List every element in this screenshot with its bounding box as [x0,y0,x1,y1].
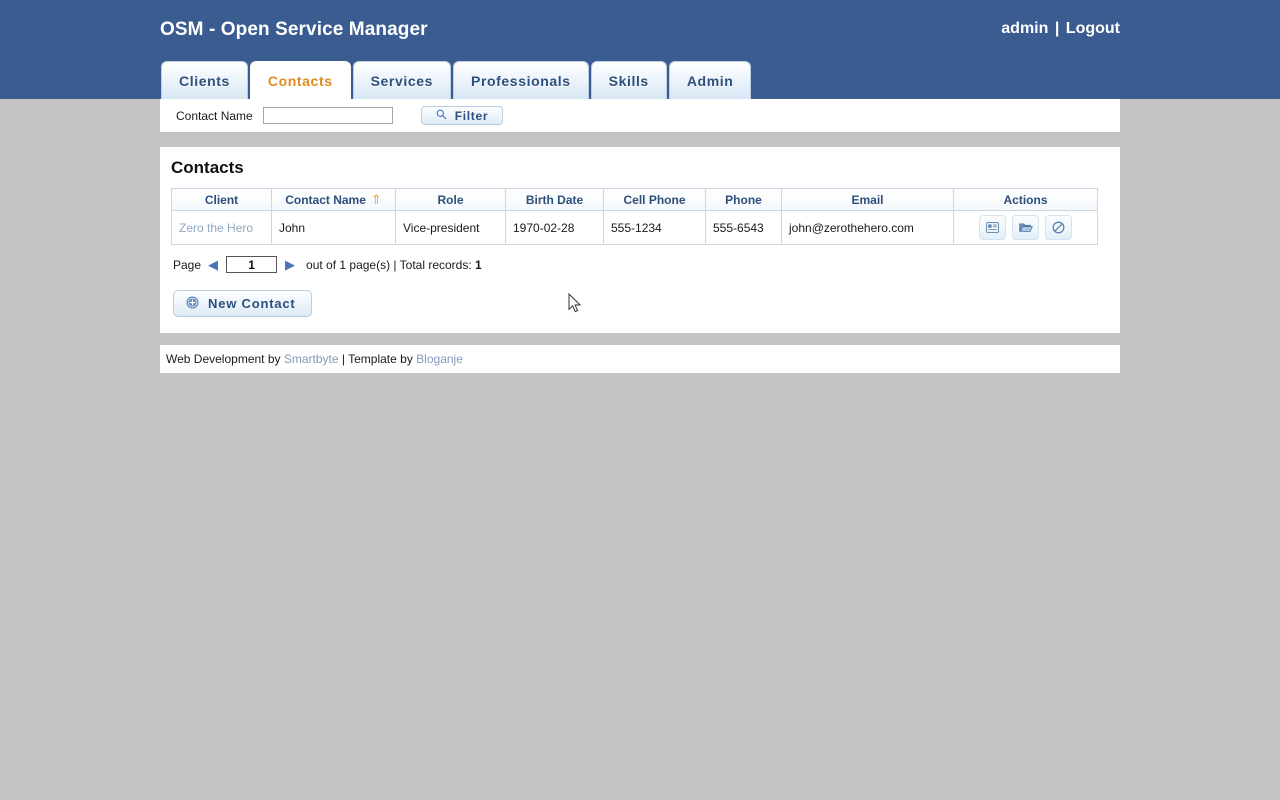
cell-email: john@zerothehero.com [782,211,954,245]
footer-middle-text: | Template by [342,352,413,366]
table-header-row: Client Contact Name ⇑ Role Birth Date Cel… [172,189,1098,211]
tab-contacts[interactable]: Contacts [250,61,351,99]
new-contact-label: New Contact [208,296,296,311]
column-label: Role [437,193,463,207]
disable-icon [1052,221,1065,234]
view-card-button[interactable] [979,215,1006,240]
contacts-panel: Contacts Client Contact Name ⇑ [160,147,1120,333]
cell-birth-date: 1970-02-28 [506,211,604,245]
page-title: Contacts [171,158,1109,178]
previous-page-icon[interactable]: ◀ [208,258,218,271]
cell-actions [954,211,1098,245]
cell-contact-name: John [272,211,396,245]
cell-phone: 555-6543 [706,211,782,245]
filter-button-label: Filter [455,109,489,123]
column-header-birth-date[interactable]: Birth Date [506,189,604,211]
column-label: Email [851,193,883,207]
logout-link[interactable]: Logout [1066,20,1120,37]
panel-gap [160,132,1120,147]
contact-name-search-input[interactable] [263,107,393,124]
column-label: Contact Name [285,193,366,207]
tab-professionals[interactable]: Professionals [453,61,589,99]
page-container: Contact Name Filter Contacts [160,99,1120,373]
filter-label: Contact Name [176,109,253,123]
filter-button[interactable]: Filter [421,106,504,125]
username-label: admin [1001,20,1048,37]
column-label: Birth Date [526,193,583,207]
cell-client: Zero the Hero [172,211,272,245]
smartbyte-link[interactable]: Smartbyte [284,352,339,366]
column-header-client[interactable]: Client [172,189,272,211]
pagination-info-text: out of 1 page(s) | Total records: [306,258,472,272]
user-session-box: admin | Logout [1001,20,1120,38]
tab-skills[interactable]: Skills [591,61,667,99]
column-header-email[interactable]: Email [782,189,954,211]
pagination-label: Page [173,258,201,272]
next-page-icon[interactable]: ▶ [285,258,295,271]
cell-role: Vice-president [396,211,506,245]
open-folder-button[interactable] [1012,215,1039,240]
column-header-cell-phone[interactable]: Cell Phone [604,189,706,211]
pagination-info: out of 1 page(s) | Total records: 1 [306,258,482,272]
search-icon [436,109,447,123]
row-action-buttons [961,215,1090,240]
tab-admin[interactable]: Admin [669,61,752,99]
column-header-contact-name[interactable]: Contact Name ⇑ [272,189,396,211]
sort-ascending-icon[interactable]: ⇑ [371,192,382,207]
tab-services[interactable]: Services [353,61,451,99]
tab-clients[interactable]: Clients [161,61,248,99]
table-row: Zero the Hero John Vice-president 1970-0… [172,211,1098,245]
user-separator: | [1053,20,1061,37]
column-label: Cell Phone [623,193,685,207]
footer-text-before: Web Development by [166,352,281,366]
column-header-actions: Actions [954,189,1098,211]
app-title: OSM - Open Service Manager [160,19,428,41]
footer-gap [160,333,1120,345]
view-card-icon [986,222,999,233]
app-header: OSM - Open Service Manager admin | Logou… [0,0,1280,99]
page-number-input[interactable] [226,256,277,273]
total-records-count: 1 [475,258,482,272]
column-label: Phone [725,193,762,207]
new-contact-button[interactable]: New Contact [173,290,312,317]
contacts-table: Client Contact Name ⇑ Role Birth Date Cel… [171,188,1098,245]
column-label: Client [205,193,238,207]
filter-bar: Contact Name Filter [160,99,1120,132]
column-label: Actions [1003,193,1047,207]
cell-cell-phone: 555-1234 [604,211,706,245]
pagination-bar: Page ◀ ▶ out of 1 page(s) | Total record… [171,256,1109,273]
column-header-role[interactable]: Role [396,189,506,211]
bloganje-link[interactable]: Bloganje [416,352,463,366]
column-header-phone[interactable]: Phone [706,189,782,211]
page-footer: Web Development by Smartbyte | Template … [160,345,1120,373]
disable-button[interactable] [1045,215,1072,240]
client-link[interactable]: Zero the Hero [179,221,253,235]
plus-circle-icon [186,296,199,312]
open-folder-icon [1019,222,1033,233]
main-navigation: Clients Contacts Services Professionals … [161,61,751,99]
